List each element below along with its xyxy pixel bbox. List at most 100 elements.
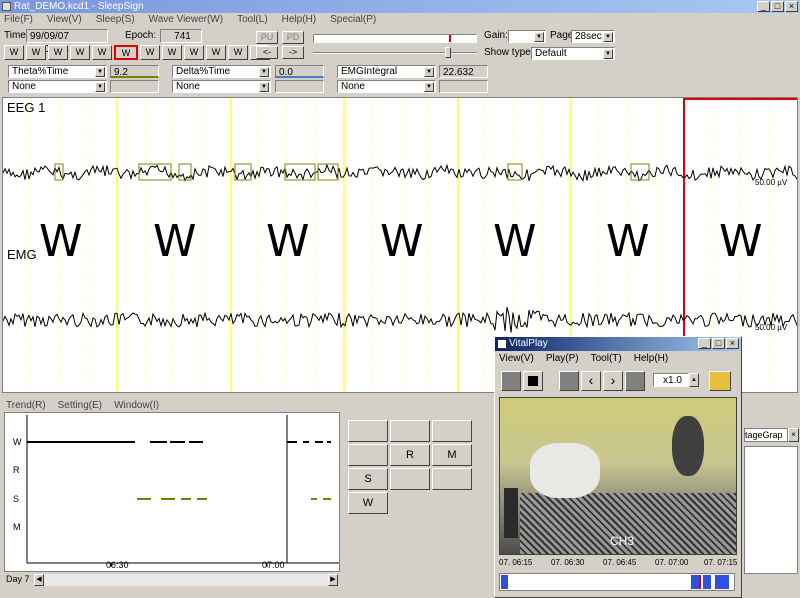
param-select-1[interactable]: Theta%Time ▼ <box>8 65 107 78</box>
epoch-button[interactable]: W <box>48 45 68 60</box>
gain-select[interactable]: ▼ <box>508 30 546 43</box>
stage-pad-empty[interactable] <box>390 420 430 442</box>
frame-back-button[interactable] <box>559 371 579 391</box>
eeg-scale-label: 50.00 µV <box>755 178 788 187</box>
page-value: 28sec. <box>575 31 605 42</box>
speaker-icon[interactable] <box>709 371 731 391</box>
next-epoch-button[interactable]: -> <box>282 46 304 59</box>
eeg-event-box <box>630 163 650 181</box>
param-select-3b[interactable]: None ▼ <box>337 80 436 93</box>
stage-graph-area[interactable] <box>744 446 798 574</box>
scroll-right-button[interactable]: ▶ <box>328 574 338 586</box>
page-up-button[interactable]: PU <box>256 31 278 44</box>
channel-label-eeg: EEG 1 <box>7 100 46 115</box>
timeline-bar[interactable] <box>499 573 735 591</box>
epoch-stage-buttons: W W W W W W W W W W W W <box>4 45 270 60</box>
param-select-3[interactable]: EMGIntegral ▼ <box>337 65 436 78</box>
rewind-button[interactable] <box>501 371 521 391</box>
page-select[interactable]: 28sec. ▼ <box>571 30 615 43</box>
stage-pad-empty[interactable] <box>390 468 430 490</box>
epoch-button[interactable]: W <box>140 45 160 60</box>
menu-sleep[interactable]: Sleep(S) <box>96 13 135 26</box>
frame-forward-button[interactable] <box>625 371 645 391</box>
param-select-1b[interactable]: None ▼ <box>8 80 107 93</box>
close-button[interactable]: × <box>785 1 798 12</box>
video-frame[interactable]: CH3 <box>499 397 737 555</box>
scroll-left-button[interactable]: ◀ <box>34 574 44 586</box>
stage-pad-w-button[interactable]: W <box>348 492 388 514</box>
close-icon[interactable]: × <box>788 428 799 442</box>
param-secondary: None <box>12 81 36 92</box>
vp-menu-help[interactable]: Help(H) <box>634 352 668 365</box>
epoch-button[interactable]: W <box>206 45 226 60</box>
minimize-button[interactable]: _ <box>757 1 770 12</box>
param-value-3: 22.632 <box>439 65 488 78</box>
step-forward-button[interactable]: › <box>603 371 623 391</box>
stage-pad-empty[interactable] <box>348 444 388 466</box>
menu-wave-viewer[interactable]: Wave Viewer(W) <box>149 13 223 26</box>
epoch-button[interactable]: W <box>92 45 112 60</box>
menu-window[interactable]: Window(I) <box>114 400 159 411</box>
step-back-button[interactable]: ‹ <box>581 371 601 391</box>
speed-spinner[interactable]: ▲ <box>689 373 699 387</box>
show-type-select[interactable]: Default ▼ <box>531 47 615 60</box>
menu-special[interactable]: Special(P) <box>330 13 376 26</box>
maximize-button[interactable]: □ <box>712 338 725 349</box>
epoch-button[interactable]: W <box>162 45 182 60</box>
stage-pad-m-button[interactable]: M <box>432 444 472 466</box>
menu-help[interactable]: Help(H) <box>282 13 316 26</box>
stage-pad-empty[interactable] <box>348 420 388 442</box>
param-secondary: None <box>341 81 365 92</box>
stage-pad-empty[interactable] <box>432 468 472 490</box>
epoch-button[interactable]: W <box>26 45 46 60</box>
maximize-button[interactable]: □ <box>771 1 784 12</box>
menu-tool[interactable]: Tool(L) <box>237 13 268 26</box>
trend-scrollbar[interactable]: Day 7 ◀ ▶ <box>4 574 340 587</box>
stage-pad-empty[interactable] <box>432 420 472 442</box>
rat-image <box>530 443 600 498</box>
param-value-3b <box>439 80 488 93</box>
menu-trend[interactable]: Trend(R) <box>6 400 46 411</box>
timeline-playhead[interactable] <box>699 575 701 589</box>
epoch-button[interactable]: W <box>184 45 204 60</box>
timeline-segment <box>691 575 699 589</box>
epoch-button[interactable]: W <box>228 45 248 60</box>
time-display: 99/09/07 07:04:24 <box>26 29 108 55</box>
position-scrollbar[interactable] <box>313 34 477 43</box>
stop-button[interactable] <box>523 371 543 391</box>
menu-file[interactable]: File(F) <box>4 13 33 26</box>
side-panel: tageGrap × <box>742 398 800 598</box>
param-name: Theta%Time <box>12 66 69 77</box>
close-button[interactable]: × <box>726 338 739 349</box>
trend-menu: Trend(R) Setting(E) Window(I) <box>6 400 159 411</box>
zoom-slider-thumb[interactable] <box>445 47 451 58</box>
emg-scale-label: 50.00 µV <box>755 323 788 332</box>
prev-epoch-button[interactable]: <- <box>256 46 278 59</box>
scroll-track[interactable] <box>44 574 328 586</box>
hypnogram-chart[interactable]: W R S M 06:30 07:00 <box>4 412 340 572</box>
param-select-2[interactable]: Delta%Time ▼ <box>172 65 271 78</box>
hypno-x-label: 07:00 <box>262 560 285 570</box>
vp-menu-tool[interactable]: Tool(T) <box>591 352 622 365</box>
param-select-2b[interactable]: None ▼ <box>172 80 271 93</box>
gain-label: Gain: <box>484 30 508 41</box>
video-timeline[interactable]: 07. 06:15 07. 06:30 07. 06:45 07. 07:00 … <box>499 557 739 597</box>
vp-menu-play[interactable]: Play(P) <box>546 352 579 365</box>
zoom-slider-track[interactable] <box>313 52 477 54</box>
timeline-segment <box>715 575 729 589</box>
menu-view[interactable]: View(V) <box>47 13 82 26</box>
menu-setting[interactable]: Setting(E) <box>58 400 102 411</box>
hypnogram-svg <box>26 415 339 567</box>
stage-graph-tab[interactable]: tageGrap <box>744 428 788 442</box>
vp-menu-view[interactable]: View(V) <box>499 352 534 365</box>
page-down-button[interactable]: PD <box>282 31 304 44</box>
epoch-button-selected[interactable]: W <box>114 45 138 60</box>
epoch-button[interactable]: W <box>70 45 90 60</box>
epoch-button[interactable]: W <box>4 45 24 60</box>
minimize-button[interactable]: _ <box>698 338 711 349</box>
trend-window: Trend(R) Setting(E) Window(I) W R S M 06… <box>2 398 494 598</box>
stage-pad-r-button[interactable]: R <box>390 444 430 466</box>
stage-pad-s-button[interactable]: S <box>348 468 388 490</box>
video-channel-label: CH3 <box>610 534 635 548</box>
stop-icon <box>528 376 538 386</box>
